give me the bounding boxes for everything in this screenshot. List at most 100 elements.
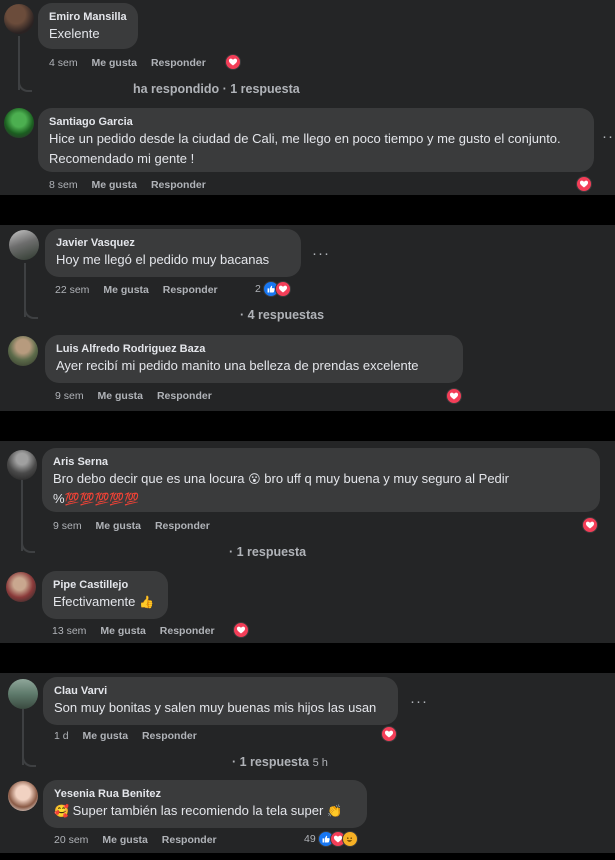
comment-text: Hoy me llegó el pedido muy bacanas <box>56 252 270 267</box>
reactions[interactable] <box>225 54 241 70</box>
comment-author[interactable]: Santiago Garcia <box>49 115 583 129</box>
like-button[interactable]: Me gusta <box>96 519 142 533</box>
reply-button[interactable]: Responder <box>157 389 212 403</box>
reactions[interactable] <box>233 622 249 638</box>
comment-time[interactable]: 9 sem <box>53 519 82 533</box>
view-replies-link[interactable]: · 1 respuesta 5 h <box>232 754 328 771</box>
avatar[interactable] <box>7 450 37 480</box>
avatar[interactable] <box>8 679 38 709</box>
comment-bubble: Luis Alfredo Rodriguez Baza Ayer recibí … <box>45 335 463 383</box>
comment-text: 🥰 Super también las recomiendo la tela s… <box>54 801 356 821</box>
view-replies-link[interactable]: · 4 respuestas <box>240 307 324 323</box>
reply-button[interactable]: Responder <box>163 283 218 297</box>
replies-count[interactable]: · 1 respuesta <box>232 755 309 769</box>
comment-actions: 13 sem Me gusta Responder <box>52 624 226 638</box>
comment-text-part: Super también las recomiendo la tela sup… <box>72 803 324 818</box>
comment-actions: 4 sem Me gusta Responder <box>49 56 217 70</box>
reply-button[interactable]: Responder <box>162 833 217 847</box>
comment-text-part: Efectivamente <box>53 594 136 609</box>
love-reaction-icon <box>582 517 598 533</box>
comment-author[interactable]: Pipe Castillejo <box>53 578 157 592</box>
comment-thread-3: Aris Serna Bro debo decir que es una loc… <box>0 441 615 643</box>
comment-bubble: Santiago Garcia Hice un pedido desde la … <box>38 108 594 172</box>
emoji: 🥰 <box>54 804 69 818</box>
more-options-icon[interactable]: ··· <box>602 129 615 144</box>
reactions[interactable]: 2 <box>255 281 291 297</box>
emoji: 👏 <box>326 804 342 818</box>
replies-time: 5 h <box>312 757 328 769</box>
haha-reaction-icon <box>341 831 358 847</box>
comment-time[interactable]: 9 sem <box>55 389 84 403</box>
like-button[interactable]: Me gusta <box>102 833 148 847</box>
like-button[interactable]: Me gusta <box>92 56 138 70</box>
comment-text: Ayer recibí mi pedido manito una belleza… <box>56 358 419 373</box>
comment-actions: 22 sem Me gusta Responder <box>55 283 229 297</box>
comment-time[interactable]: 8 sem <box>49 178 78 192</box>
reaction-count: 2 <box>255 283 261 295</box>
reaction-count: 49 <box>304 833 316 845</box>
reply-button[interactable]: Responder <box>142 729 197 743</box>
like-button[interactable]: Me gusta <box>92 178 138 192</box>
comment-text: Efectivamente 👍 <box>53 592 157 612</box>
thread-connector <box>18 80 32 92</box>
comment-bubble: Clau Varvi Son muy bonitas y salen muy b… <box>43 677 398 725</box>
like-button[interactable]: Me gusta <box>103 283 149 297</box>
avatar[interactable] <box>8 781 38 811</box>
avatar[interactable] <box>9 230 39 260</box>
comment-time[interactable]: 22 sem <box>55 283 89 297</box>
comment-author[interactable]: Javier Vasquez <box>56 236 290 250</box>
comment-time[interactable]: 1 d <box>54 729 69 743</box>
comment-thread-2: Javier Vasquez Hoy me llegó el pedido mu… <box>0 225 615 411</box>
reply-button[interactable]: Responder <box>160 624 215 638</box>
like-button[interactable]: Me gusta <box>98 389 144 403</box>
view-replies-link[interactable]: · 1 respuesta <box>229 544 306 560</box>
comment-thread-4: Clau Varvi Son muy bonitas y salen muy b… <box>0 673 615 853</box>
love-reaction-icon <box>274 281 291 297</box>
avatar[interactable] <box>4 4 34 34</box>
love-reaction-icon <box>576 176 592 192</box>
comment-time[interactable]: 20 sem <box>54 833 88 847</box>
comment-author[interactable]: Yesenia Rua Benitez <box>54 787 356 801</box>
comment-bubble: Pipe Castillejo Efectivamente 👍 <box>42 571 168 619</box>
comment-author[interactable]: Clau Varvi <box>54 684 387 698</box>
reactions[interactable] <box>582 517 598 533</box>
comment-time[interactable]: 13 sem <box>52 624 86 638</box>
thread-connector <box>22 753 36 767</box>
like-button[interactable]: Me gusta <box>83 729 129 743</box>
love-reaction-icon <box>381 726 397 742</box>
avatar[interactable] <box>6 572 36 602</box>
comment-actions: 1 d Me gusta Responder <box>54 729 208 743</box>
reactions[interactable]: 49 <box>304 831 358 847</box>
reactions[interactable] <box>576 176 592 192</box>
comment-text: Son muy bonitas y salen muy buenas mis h… <box>54 700 377 715</box>
more-options-icon[interactable]: ··· <box>410 694 428 709</box>
comment-bubble: Emiro Mansilla Exelente <box>38 3 138 49</box>
comment-actions: 9 sem Me gusta Responder <box>55 389 223 403</box>
thumbs-up-emoji: 👍 <box>139 595 154 609</box>
reply-button[interactable]: Responder <box>151 178 206 192</box>
comment-actions: 8 sem Me gusta Responder <box>49 178 217 192</box>
love-reaction-icon <box>446 388 462 404</box>
thread-connector <box>24 305 38 319</box>
view-replies-link[interactable]: ha respondido · 1 respuesta <box>133 81 300 97</box>
comment-text: Hice un pedido desde la ciudad de Cali, … <box>49 131 561 166</box>
reply-button[interactable]: Responder <box>155 519 210 533</box>
reactions[interactable] <box>446 388 462 404</box>
more-options-icon[interactable]: ··· <box>312 246 330 261</box>
comment-actions: 20 sem Me gusta Responder <box>54 833 228 847</box>
comment-bubble: Javier Vasquez Hoy me llegó el pedido mu… <box>45 229 301 277</box>
comment-author[interactable]: Emiro Mansilla <box>49 10 127 24</box>
comment-thread-1: Emiro Mansilla Exelente 4 sem Me gusta R… <box>0 0 615 195</box>
reactions[interactable] <box>381 726 397 742</box>
emoji: 😮 <box>248 472 261 486</box>
avatar[interactable] <box>4 108 34 138</box>
like-button[interactable]: Me gusta <box>100 624 146 638</box>
comment-author[interactable]: Luis Alfredo Rodriguez Baza <box>56 342 452 356</box>
reply-button[interactable]: Responder <box>151 56 206 70</box>
comment-text: Exelente <box>49 26 100 41</box>
comment-author[interactable]: Aris Serna <box>53 455 589 469</box>
comment-time[interactable]: 4 sem <box>49 56 78 70</box>
love-reaction-icon <box>233 622 249 638</box>
avatar[interactable] <box>8 336 38 366</box>
comment-text: Bro debo decir que es una locura 😮 bro u… <box>53 469 589 509</box>
